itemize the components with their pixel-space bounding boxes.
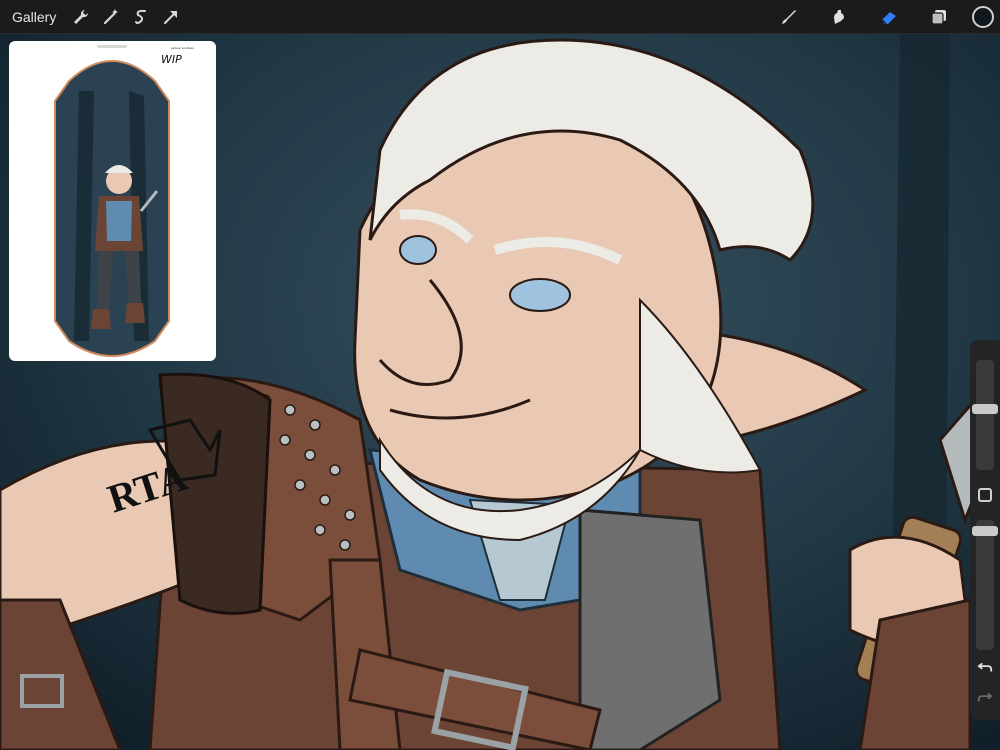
color-picker-swatch[interactable] <box>972 6 994 28</box>
brush-icon[interactable] <box>764 0 814 34</box>
top-toolbar: Gallery <box>0 0 1000 34</box>
adjustments-icon[interactable] <box>96 0 126 34</box>
redo-icon[interactable] <box>976 688 994 706</box>
eraser-icon[interactable] <box>864 0 914 34</box>
layers-icon[interactable] <box>914 0 964 34</box>
undo-icon[interactable] <box>976 658 994 676</box>
reference-window[interactable]: patreon.com/kaiu WIP <box>9 41 216 361</box>
brush-size-slider[interactable] <box>972 360 998 470</box>
side-bar <box>970 340 1000 720</box>
brush-size-thumb[interactable] <box>972 404 998 414</box>
actions-icon[interactable] <box>66 0 96 34</box>
transform-icon[interactable] <box>156 0 186 34</box>
smudge-icon[interactable] <box>814 0 864 34</box>
modify-button[interactable] <box>978 488 992 502</box>
selection-icon[interactable] <box>126 0 156 34</box>
gallery-button[interactable]: Gallery <box>0 0 66 34</box>
opacity-slider[interactable] <box>972 520 998 650</box>
reference-image <box>54 60 170 357</box>
opacity-thumb[interactable] <box>972 526 998 536</box>
